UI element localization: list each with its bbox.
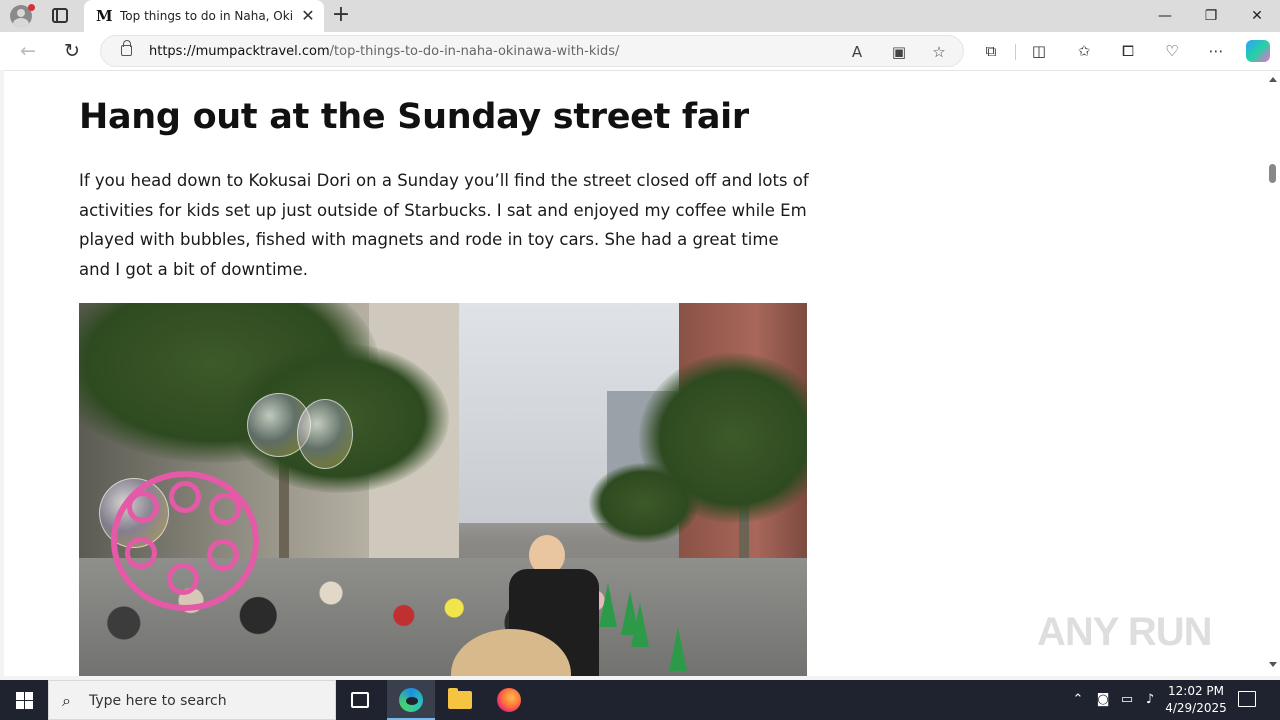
traffic-cone — [599, 583, 617, 627]
task-view-button[interactable] — [336, 680, 384, 720]
restore-button[interactable]: ❐ — [1196, 4, 1226, 28]
volume-icon[interactable]: ♪ — [1141, 691, 1159, 709]
bubble-wand-hole — [167, 563, 199, 595]
bubble-wand-hole — [207, 539, 239, 571]
meet-now-icon[interactable]: ◙ — [1094, 691, 1112, 709]
favorites-icon[interactable]: ✩ — [1073, 41, 1095, 61]
toolbar-divider — [1015, 44, 1016, 60]
clock-date: 4/29/2025 — [1165, 701, 1227, 715]
bubble-wand-hole — [209, 493, 241, 525]
extensions-icon[interactable]: ⧉ — [980, 41, 1002, 61]
clock-time: 12:02 PM — [1168, 684, 1224, 698]
windows-logo-icon — [25, 692, 33, 700]
url-host: https://mumpacktravel.com — [149, 44, 330, 59]
bubble-wand-ring — [111, 471, 259, 611]
browser-toolbar: ← ↻ https://mumpacktravel.com/top-things… — [0, 32, 1280, 70]
street-fair-photo — [79, 303, 807, 676]
browser-essentials-icon[interactable]: ♡ — [1161, 41, 1183, 61]
collections-icon[interactable]: ⧠ — [1117, 41, 1139, 61]
taskbar-firefox[interactable] — [485, 680, 533, 720]
page-scrollbar[interactable] — [1266, 71, 1280, 676]
article-heading: Hang out at the Sunday street fair — [79, 97, 749, 137]
address-bar[interactable]: https://mumpacktravel.com/top-things-to-… — [100, 35, 964, 67]
lock-icon[interactable] — [121, 40, 132, 56]
split-screen-icon[interactable]: ◫ — [1028, 41, 1050, 61]
back-button[interactable]: ← — [16, 40, 40, 62]
bubble-wand-hole — [125, 537, 157, 569]
task-view-icon — [351, 692, 369, 708]
article-paragraph: If you head down to Kokusai Dori on a Su… — [79, 171, 809, 279]
bubble-wand-hole — [169, 481, 201, 513]
network-icon[interactable]: ▭ — [1118, 691, 1136, 709]
profile-notification-dot — [28, 4, 35, 11]
file-explorer-icon — [448, 688, 472, 709]
traffic-cone — [669, 627, 687, 671]
start-button[interactable] — [0, 680, 48, 720]
immersive-reader-icon[interactable]: ▣ — [889, 42, 909, 62]
edge-icon — [399, 688, 423, 712]
windows-taskbar: ⌕ Type here to search ⌃ ◙ ▭ ♪ 12:02 PM 4… — [0, 680, 1280, 720]
close-window-button[interactable]: ✕ — [1242, 4, 1272, 28]
tab-actions-icon[interactable] — [52, 8, 68, 23]
soap-bubble — [297, 399, 353, 469]
page-viewport: Hang out at the Sunday street fair If yo… — [4, 70, 1280, 676]
favorite-star-icon[interactable]: ☆ — [929, 42, 949, 62]
watermark-logo: ANY RUN — [1037, 610, 1213, 654]
scroll-thumb[interactable] — [1269, 164, 1276, 183]
taskbar-edge[interactable] — [387, 680, 435, 720]
read-aloud-icon[interactable]: A — [847, 42, 867, 62]
scroll-up-icon[interactable] — [1269, 77, 1277, 82]
taskbar-search-box[interactable]: ⌕ Type here to search — [48, 680, 336, 720]
site-favicon-icon: M — [96, 7, 113, 25]
tab-close-icon[interactable]: ✕ — [298, 6, 318, 26]
url-path: /top-things-to-do-in-naha-okinawa-with-k… — [329, 44, 620, 59]
taskbar-file-explorer[interactable] — [436, 680, 484, 720]
tab-title: Top things to do in Naha, Okinawa with K… — [120, 9, 292, 23]
notification-icon[interactable] — [1238, 691, 1256, 707]
chevron-up-icon[interactable]: ⌃ — [1069, 691, 1087, 709]
system-clock[interactable]: 12:02 PM 4/29/2025 — [1162, 683, 1230, 717]
palm-tree — [589, 463, 699, 543]
bubble-wand-hole — [127, 491, 159, 523]
refresh-button[interactable]: ↻ — [60, 40, 84, 62]
search-placeholder: Type here to search — [89, 693, 227, 709]
scroll-down-icon[interactable] — [1269, 662, 1277, 667]
windows-logo-icon — [25, 701, 33, 709]
more-icon[interactable]: ⋯ — [1205, 41, 1227, 61]
minimize-button[interactable]: — — [1150, 4, 1180, 28]
copilot-icon[interactable] — [1246, 40, 1270, 62]
windows-logo-icon — [16, 692, 24, 700]
windows-logo-icon — [16, 701, 24, 709]
tab-active[interactable]: M Top things to do in Naha, Okinawa with… — [84, 0, 324, 32]
tab-strip: M Top things to do in Naha, Okinawa with… — [0, 0, 1280, 32]
traffic-cone — [631, 603, 649, 647]
url-text[interactable]: https://mumpacktravel.com/top-things-to-… — [149, 44, 619, 60]
search-icon: ⌕ — [62, 691, 71, 710]
firefox-icon — [497, 688, 521, 712]
new-tab-button[interactable]: + — [330, 4, 352, 26]
